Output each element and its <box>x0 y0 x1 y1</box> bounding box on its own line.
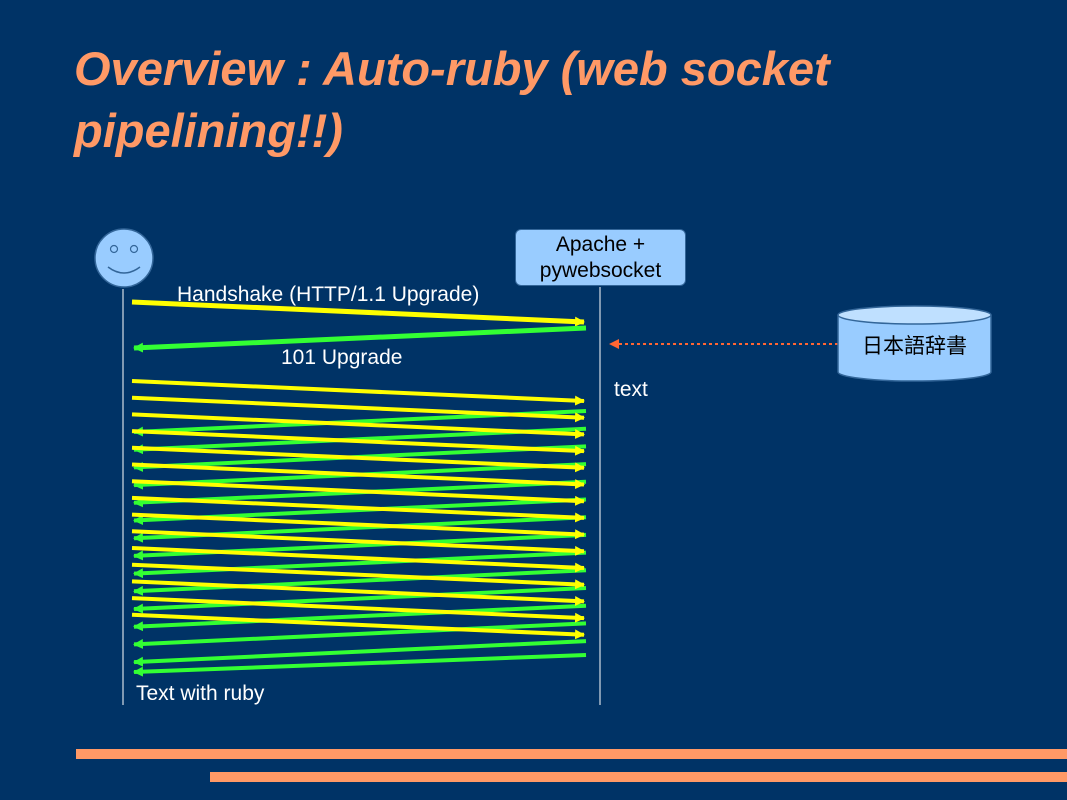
upgrade-arrow <box>133 325 587 353</box>
server-label-line1: Apache + <box>555 233 646 256</box>
decorative-bar-bottom <box>210 772 1067 782</box>
request-arrow <box>131 529 585 556</box>
sequence-diagram <box>94 228 992 705</box>
request-arrow <box>131 379 585 406</box>
text-label: text <box>614 378 648 401</box>
smiley-face-icon <box>94 228 154 288</box>
pipelined-messages <box>131 379 587 677</box>
request-arrow <box>131 395 585 423</box>
request-arrow <box>131 412 585 439</box>
server-box: Apache + pywebsocket <box>515 229 686 286</box>
result-label: Text with ruby <box>136 682 265 705</box>
upgrade-label: 101 Upgrade <box>281 346 403 369</box>
handshake-label: Handshake (HTTP/1.1 Upgrade) <box>177 283 480 306</box>
dictionary-label: 日本語辞書 <box>862 335 967 358</box>
decorative-bar-top <box>76 749 1067 759</box>
server-label-line2: pywebsocket <box>539 259 662 282</box>
request-arrow <box>131 512 585 540</box>
